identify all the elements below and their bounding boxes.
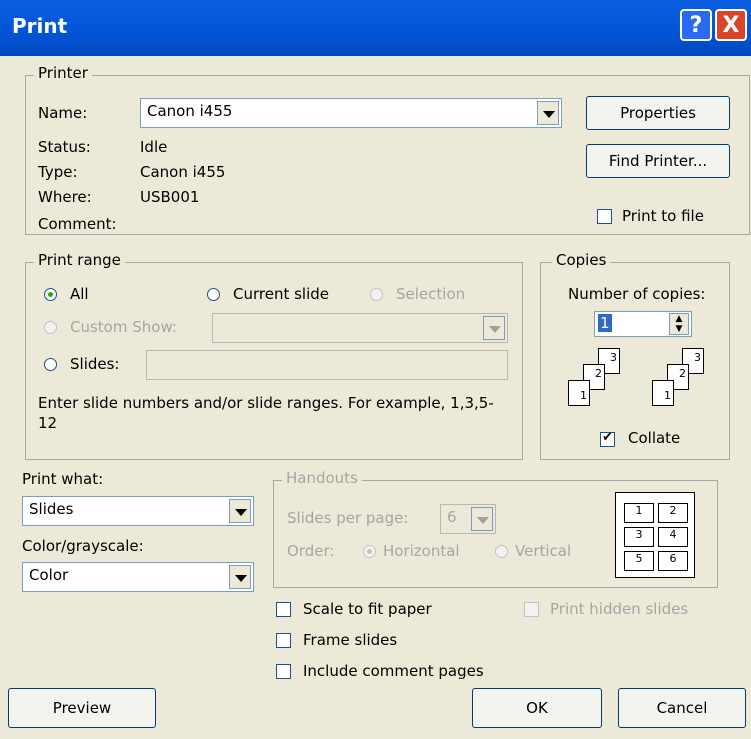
all-label: All xyxy=(70,285,89,303)
selection-radio[interactable] xyxy=(370,288,383,301)
comment-label: Comment: xyxy=(38,215,117,233)
spinner-arrows-icon[interactable]: ▲ ▼ xyxy=(669,313,689,335)
include-comments-label: Include comment pages xyxy=(303,662,484,680)
slides-label: Slides: xyxy=(70,355,120,373)
print-to-file-label: Print to file xyxy=(622,207,704,225)
slides-per-page-label: Slides per page: xyxy=(287,509,409,527)
vertical-label: Vertical xyxy=(515,542,572,560)
chevron-down-icon[interactable] xyxy=(471,507,493,531)
print-hidden-checkbox[interactable] xyxy=(524,602,539,617)
chevron-down-icon[interactable] xyxy=(483,316,505,340)
chevron-down-icon[interactable] xyxy=(537,101,559,125)
selection-label: Selection xyxy=(396,285,466,303)
cancel-button[interactable]: Cancel xyxy=(618,688,746,728)
name-label: Name: xyxy=(38,104,88,122)
copies-value[interactable]: 1 xyxy=(598,314,612,332)
collated-stack-icon: 3 2 1 xyxy=(652,348,722,418)
color-select[interactable]: Color xyxy=(22,562,254,592)
find-printer-button[interactable]: Find Printer... xyxy=(586,144,730,178)
order-label: Order: xyxy=(287,542,335,560)
chevron-down-icon[interactable] xyxy=(229,565,251,589)
preview-button[interactable]: Preview xyxy=(8,688,156,728)
slides-per-page-value: 6 xyxy=(447,508,457,526)
copies-spinner[interactable]: 1 ▲ ▼ xyxy=(594,311,692,337)
window-title: Print xyxy=(12,14,68,38)
printer-name-select[interactable]: Canon i455 xyxy=(140,98,562,128)
help-button[interactable]: ? xyxy=(680,9,712,41)
title-bar xyxy=(0,0,751,56)
copy-page-icon: 1 xyxy=(568,380,590,406)
type-label: Type: xyxy=(38,163,78,181)
copies-label: Number of copies: xyxy=(568,285,706,303)
close-button[interactable]: X xyxy=(715,9,747,41)
uncollated-stack-icon: 3 2 1 xyxy=(568,348,638,418)
scale-to-fit-label: Scale to fit paper xyxy=(303,600,432,618)
all-radio[interactable] xyxy=(44,288,57,301)
include-comments-checkbox[interactable] xyxy=(276,664,291,679)
copy-page-icon: 1 xyxy=(652,380,674,406)
print-range-legend: Print range xyxy=(34,251,125,269)
print-what-label: Print what: xyxy=(22,470,104,488)
current-slide-label: Current slide xyxy=(233,285,330,303)
print-to-file-checkbox[interactable] xyxy=(597,209,612,224)
handout-preview-icon: 1 2 3 4 5 6 xyxy=(615,492,695,578)
custom-show-radio[interactable] xyxy=(44,321,57,334)
horizontal-label: Horizontal xyxy=(383,542,460,560)
scale-to-fit-checkbox[interactable] xyxy=(276,602,291,617)
slides-per-page-select[interactable]: 6 xyxy=(440,504,496,534)
current-slide-radio[interactable] xyxy=(207,288,220,301)
where-value: USB001 xyxy=(140,188,200,206)
collate-checkbox[interactable] xyxy=(600,430,615,447)
color-label: Color/grayscale: xyxy=(22,537,144,555)
collate-label: Collate xyxy=(628,429,681,447)
slide-range-hint: Enter slide numbers and/or slide ranges.… xyxy=(38,394,494,432)
printer-name-value: Canon i455 xyxy=(147,102,233,120)
slides-radio[interactable] xyxy=(44,358,57,371)
vertical-radio[interactable] xyxy=(495,545,508,558)
printer-legend: Printer xyxy=(34,64,92,82)
color-value: Color xyxy=(29,566,69,584)
frame-slides-label: Frame slides xyxy=(303,631,398,649)
properties-button[interactable]: Properties xyxy=(586,96,730,130)
slides-input[interactable] xyxy=(146,350,508,380)
custom-show-select[interactable] xyxy=(212,313,508,343)
frame-slides-checkbox[interactable] xyxy=(276,633,291,648)
copies-legend: Copies xyxy=(552,251,611,269)
status-value: Idle xyxy=(140,138,168,156)
print-hidden-label: Print hidden slides xyxy=(550,600,689,618)
chevron-down-icon[interactable] xyxy=(229,499,251,523)
print-what-select[interactable]: Slides xyxy=(22,496,254,526)
custom-show-label: Custom Show: xyxy=(70,318,177,336)
print-what-value: Slides xyxy=(29,500,74,518)
where-label: Where: xyxy=(38,188,92,206)
type-value: Canon i455 xyxy=(140,163,226,181)
horizontal-radio[interactable] xyxy=(363,545,376,558)
ok-button[interactable]: OK xyxy=(472,688,602,728)
handouts-legend: Handouts xyxy=(282,469,362,487)
status-label: Status: xyxy=(38,138,91,156)
